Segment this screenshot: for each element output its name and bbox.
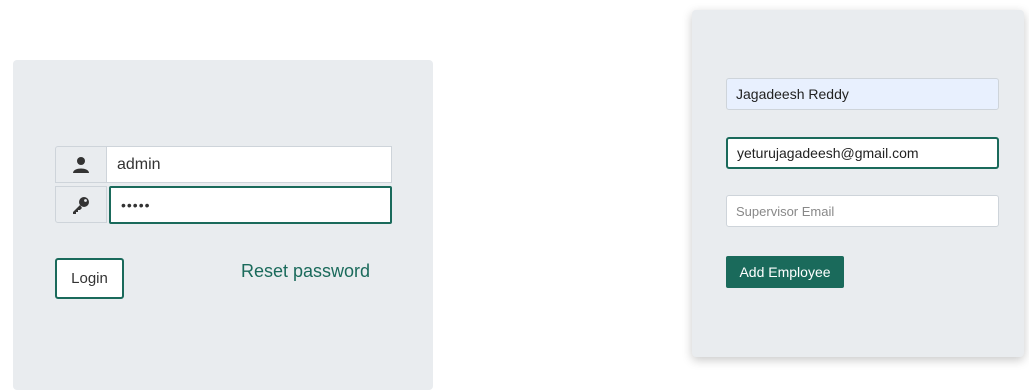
key-icon [55, 186, 107, 223]
add-employee-panel: Add Employee [692, 10, 1024, 357]
employee-email-input[interactable] [726, 137, 999, 169]
login-button[interactable]: Login [55, 258, 124, 299]
username-input[interactable] [107, 146, 392, 183]
password-group [55, 186, 392, 224]
username-group [55, 146, 392, 183]
add-employee-button[interactable]: Add Employee [726, 256, 844, 288]
reset-password-link[interactable]: Reset password [241, 261, 370, 282]
login-panel: Login Reset password [13, 60, 433, 390]
employee-name-input[interactable] [726, 78, 999, 110]
user-icon [55, 146, 107, 183]
supervisor-email-input[interactable] [726, 195, 999, 227]
password-input[interactable] [109, 186, 392, 224]
